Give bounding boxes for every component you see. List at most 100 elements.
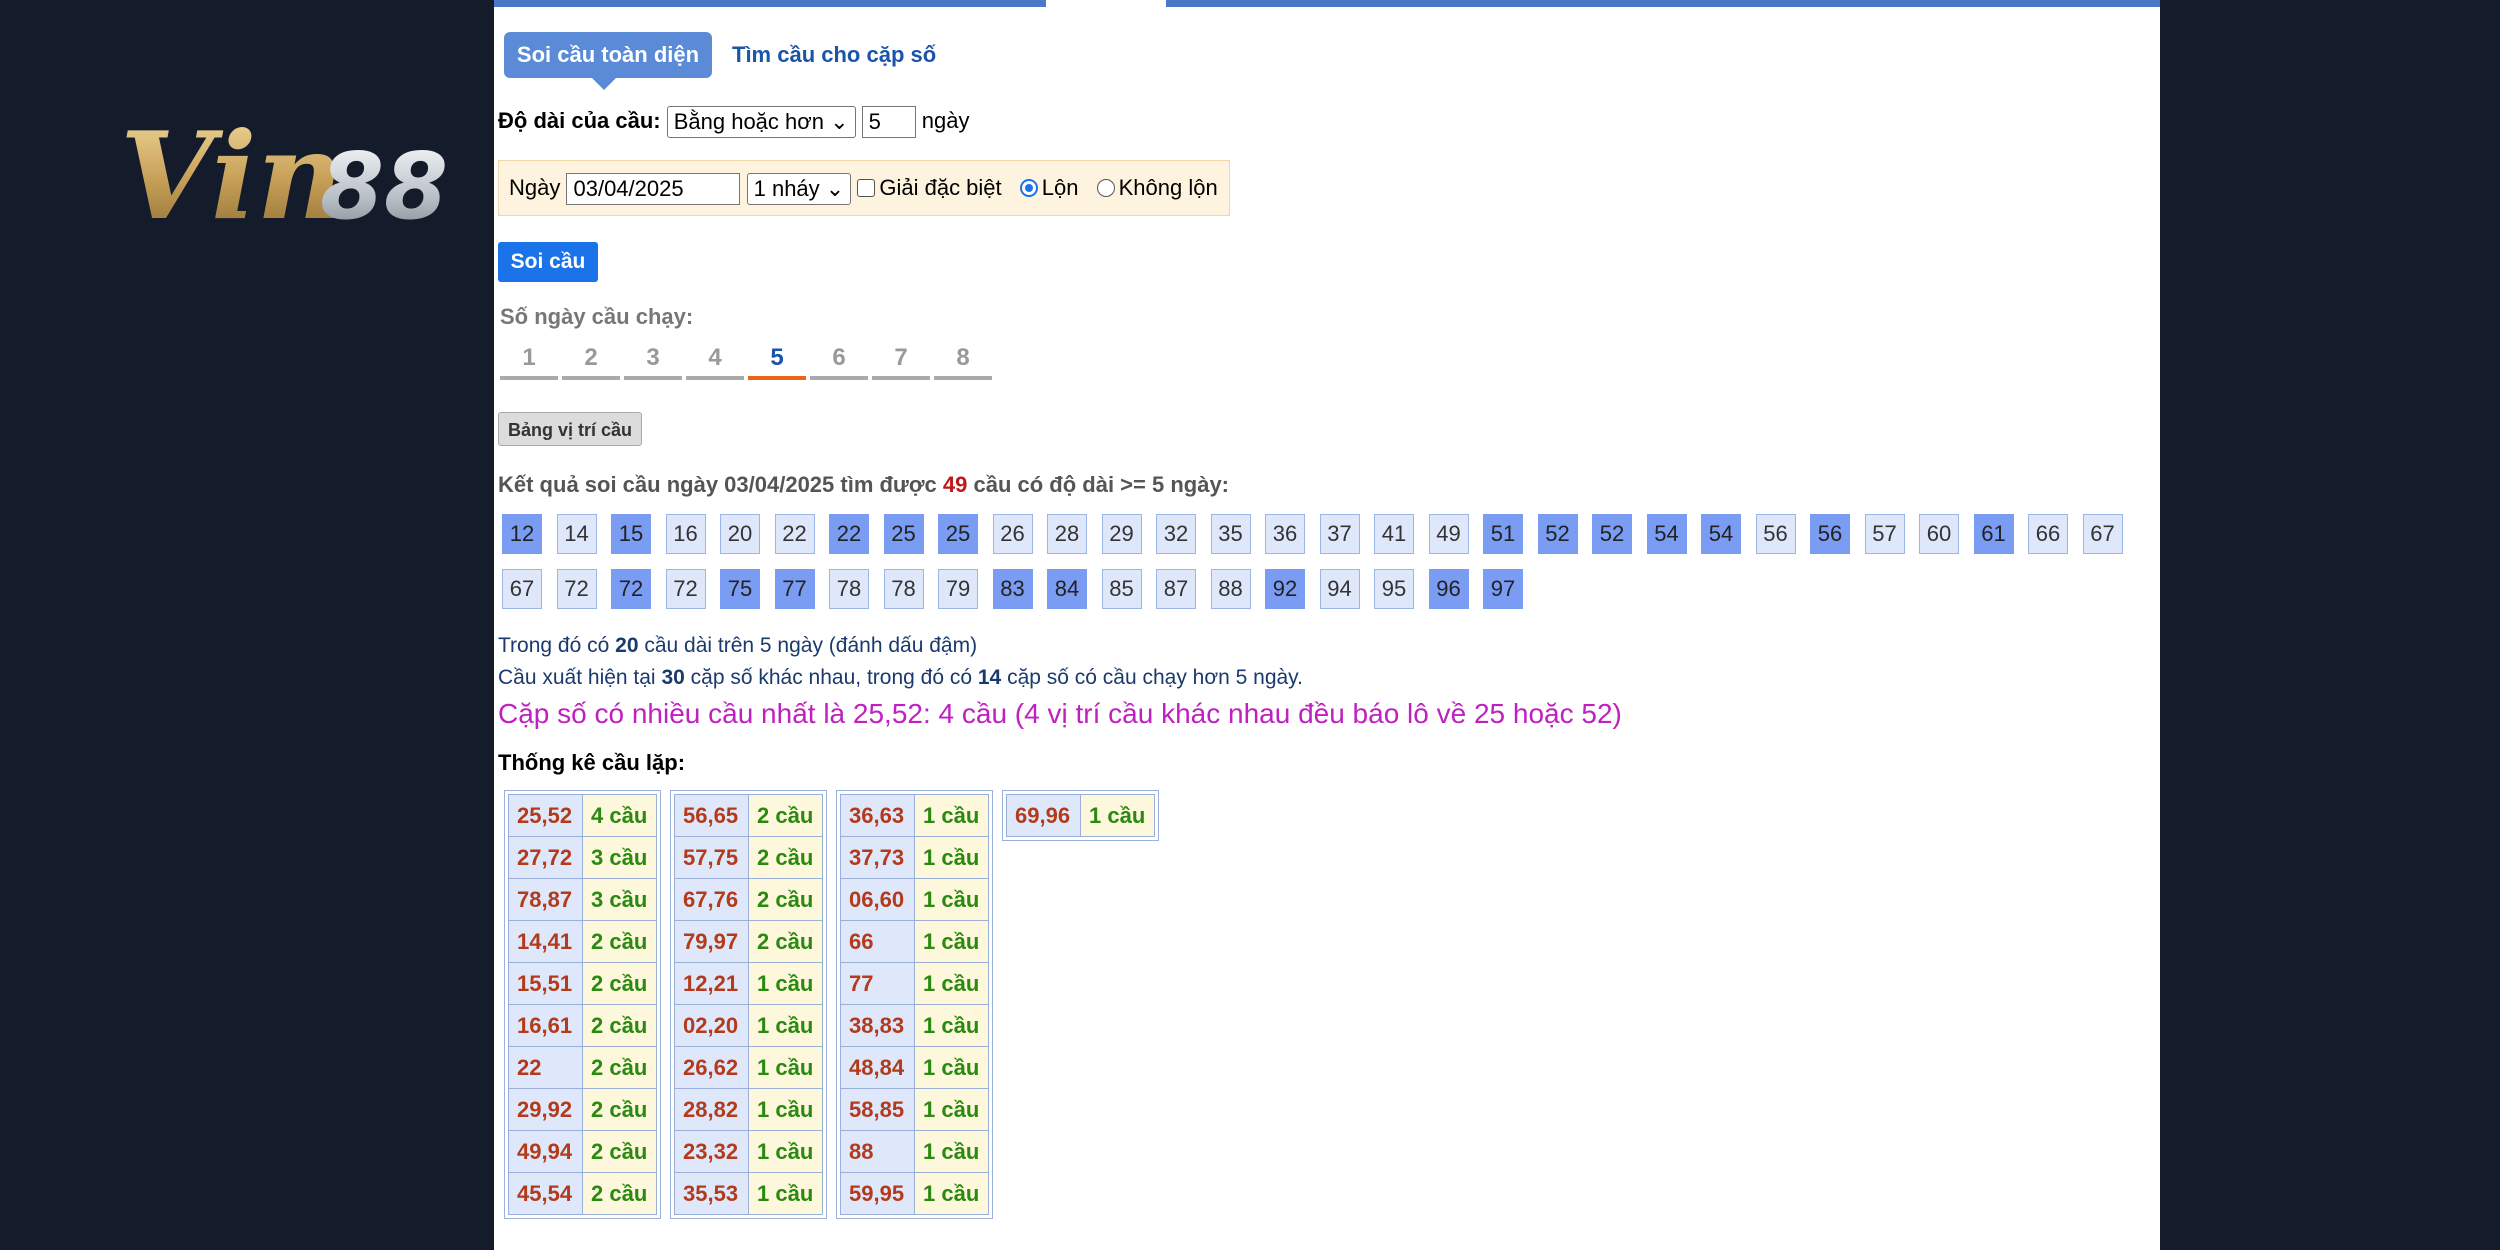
stat-title: Thống kê cầu lặp: [498,750,686,775]
position-map-button[interactable]: Bảng vị trí cầu [498,412,642,446]
result-chip[interactable]: 78 [829,569,869,609]
result-chip[interactable]: 32 [1156,514,1196,554]
result-chip[interactable]: 78 [883,569,924,609]
svg-text:Vin: Vin [120,110,344,240]
stat-count: 4 cầu [582,794,657,837]
date-input[interactable]: 03/04/2025 [566,173,741,205]
stat-count: 1 cầu [748,1172,823,1215]
day-tab-3[interactable]: 3 [624,340,682,380]
length-select[interactable]: Bằng hoặc hơn ⌄ [666,106,856,138]
result-chip[interactable]: 88 [1210,569,1251,609]
result-chip[interactable]: 22 [829,514,869,554]
radio-lon[interactable] [1019,178,1038,197]
stat-count: 2 cầu [582,1130,657,1173]
result-chip[interactable]: 72 [556,569,597,609]
stat-row: 49,94 2 cầu [508,1130,657,1173]
result-chip[interactable]: 37 [1319,514,1360,554]
jump-select[interactable]: 1 nháy ⌄ [746,173,852,205]
result-chip[interactable]: 61 [1973,514,2014,554]
stat-count: 1 cầu [1080,794,1155,837]
result-chip[interactable]: 54 [1701,514,1741,554]
days-input[interactable]: 5 [861,106,916,138]
stat-count: 2 cầu [582,1088,657,1131]
result-chip[interactable]: 12 [502,514,542,554]
result-chip[interactable]: 97 [1483,569,1523,609]
stat-pair: 12,21 [674,962,749,1005]
result-chip[interactable]: 36 [1265,514,1305,554]
result-chip[interactable]: 14 [556,514,597,554]
result-chip[interactable]: 67 [502,569,542,609]
stat-count: 1 cầu [748,1088,823,1131]
result-chip[interactable]: 67 [2082,514,2123,554]
result-chip[interactable]: 83 [992,569,1033,609]
special-checkbox[interactable] [857,178,876,197]
stat-count: 1 cầu [914,1046,989,1089]
result-chip[interactable]: 20 [720,514,760,554]
stat-pair: 22 [508,1046,583,1089]
result-chip[interactable]: 26 [992,514,1033,554]
result-chip[interactable]: 56 [1810,514,1850,554]
day-tab-6[interactable]: 6 [810,340,868,380]
stat-table: 56,65 2 cầu 57,75 2 cầu 67,76 2 cầu 79,97 2 cầu… [670,790,827,1219]
soi-cau-button[interactable]: Soi cầu [498,242,598,282]
note2-count-pairs: 30 [661,666,685,689]
tab-tim-cau-cap-so[interactable]: Tìm cầu cho cặp số [732,32,936,78]
result-chip[interactable]: 41 [1374,514,1414,554]
day-tab-4[interactable]: 4 [686,340,744,380]
stat-row: 16,61 2 cầu [508,1004,657,1047]
stat-count: 1 cầu [914,878,989,921]
stat-count: 1 cầu [914,794,989,837]
result-chip[interactable]: 87 [1156,569,1196,609]
day-tab-7[interactable]: 7 [872,340,930,380]
result-chip[interactable]: 66 [2028,514,2068,554]
tab-soi-cau-toan-dien[interactable]: Soi cầu toàn diện [504,32,712,90]
result-chip[interactable]: 95 [1374,569,1414,609]
result-chip[interactable]: 16 [665,514,706,554]
result-chip[interactable]: 94 [1319,569,1360,609]
result-chip[interactable]: 72 [611,569,651,609]
result-chip[interactable]: 77 [774,569,815,609]
result-chip[interactable]: 15 [611,514,651,554]
result-chip[interactable]: 79 [938,569,978,609]
note1-text-b: cầu dài trên 5 ngày (đánh dấu đậm) [644,634,978,657]
stat-row: 59,95 1 cầu [840,1172,989,1215]
result-chip[interactable]: 54 [1646,514,1687,554]
day-tab-5[interactable]: 5 [748,340,806,380]
day-tab-8[interactable]: 8 [934,340,992,380]
result-chip[interactable]: 56 [1755,514,1796,554]
result-chip[interactable]: 96 [1428,569,1469,609]
special-label: Giải đặc biệt [879,174,1002,200]
result-title: Kết quả soi cầu ngày 03/04/2025 tìm được… [498,472,1229,498]
length-select-value: Bằng hoặc hơn [673,109,824,134]
result-chip[interactable]: 52 [1537,514,1578,554]
result-chip[interactable]: 84 [1047,569,1087,609]
radio-khong-lon[interactable] [1096,178,1115,197]
result-chip[interactable]: 60 [1919,514,1959,554]
result-chip[interactable]: 49 [1428,514,1469,554]
day-tab-1[interactable]: 1 [500,340,558,380]
result-chip[interactable]: 92 [1265,569,1305,609]
day-tab-2[interactable]: 2 [562,340,620,380]
result-chip[interactable]: 52 [1592,514,1632,554]
stat-row: 25,52 4 cầu [508,794,657,837]
result-chip[interactable]: 85 [1101,569,1142,609]
result-chip[interactable]: 57 [1864,514,1905,554]
result-chip[interactable]: 29 [1101,514,1142,554]
highlight-text: Cặp số có nhiều cầu nhất là 25,52: 4 cầu… [498,698,1622,729]
stat-pair: 37,73 [840,836,915,879]
result-chip[interactable]: 75 [720,569,760,609]
result-chip[interactable]: 72 [665,569,706,609]
stat-row: 28,82 1 cầu [674,1088,823,1131]
result-chip[interactable]: 25 [938,514,978,554]
note2-text-b: cặp số khác nhau, trong đó có [690,666,973,689]
result-chip[interactable]: 51 [1483,514,1523,554]
result-suffix: cầu có độ dài >= 5 ngày: [973,472,1230,497]
stat-row: 02,20 1 cầu [674,1004,823,1047]
stat-count: 1 cầu [914,962,989,1005]
result-chip[interactable]: 35 [1210,514,1251,554]
result-chip[interactable]: 28 [1047,514,1087,554]
days-run-label: Số ngày cầu chạy: [500,304,694,329]
result-chip[interactable]: 25 [883,514,924,554]
jump-select-value: 1 nháy [753,176,820,201]
result-chip[interactable]: 22 [774,514,815,554]
